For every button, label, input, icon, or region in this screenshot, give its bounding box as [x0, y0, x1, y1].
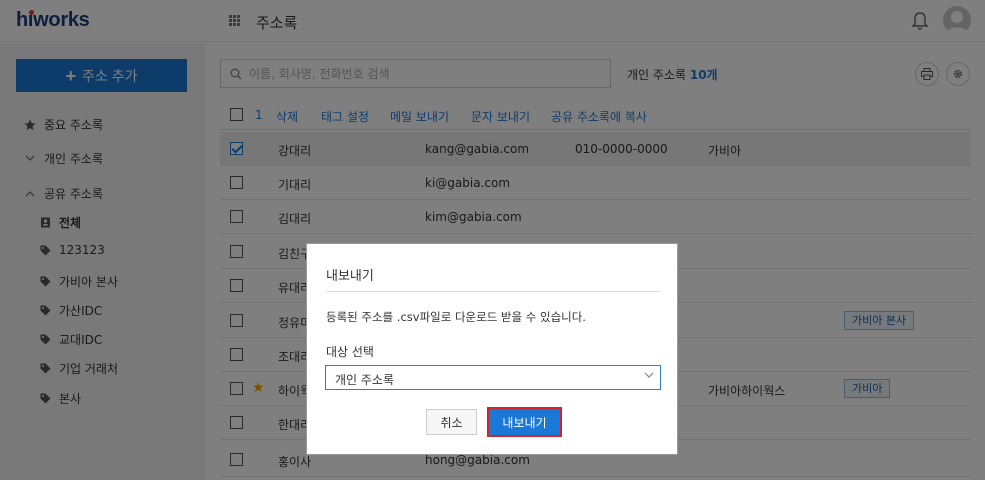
target-select[interactable]: 개인 주소록	[325, 365, 661, 390]
cancel-button[interactable]: 취소	[426, 409, 477, 435]
dialog-description: 등록된 주소를 .csv파일로 다운로드 받을 수 있습니다.	[326, 310, 586, 324]
chevron-down-icon	[644, 372, 654, 378]
dialog-divider	[326, 291, 660, 292]
target-select-label: 대상 선택	[326, 345, 374, 359]
export-button[interactable]: 내보내기	[487, 407, 562, 437]
export-dialog: 내보내기 등록된 주소를 .csv파일로 다운로드 받을 수 있습니다. 대상 …	[306, 243, 678, 455]
dialog-title: 내보내기	[326, 269, 374, 284]
